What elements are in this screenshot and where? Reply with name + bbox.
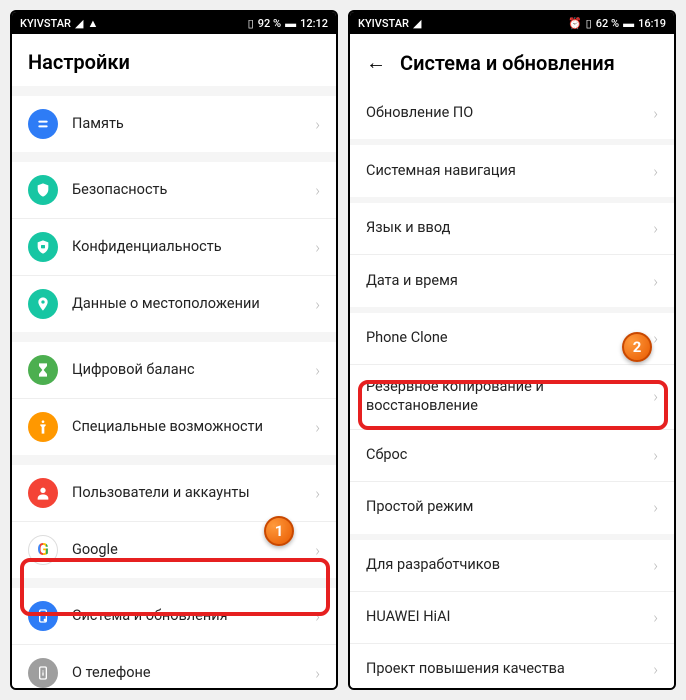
hourglass-icon — [28, 355, 58, 385]
chevron-right-icon: › — [315, 541, 320, 560]
vibrate-icon: ▯ — [586, 17, 592, 30]
shield-icon — [28, 175, 58, 205]
chevron-right-icon: › — [315, 484, 320, 503]
settings-item-accessibility[interactable]: Специальные возможности › — [12, 399, 336, 455]
chevron-right-icon: › — [653, 104, 658, 123]
item-label: Пользователи и аккаунты — [72, 484, 315, 503]
step-badge-1: 1 — [264, 516, 294, 546]
time-label: 16:19 — [638, 17, 666, 30]
chevron-right-icon: › — [315, 361, 320, 380]
chevron-right-icon: › — [653, 556, 658, 575]
location-pin-icon — [28, 289, 58, 319]
signal-icon: ◢ — [75, 17, 83, 30]
item-label: Данные о местоположении — [72, 295, 315, 314]
settings-item-location[interactable]: Данные о местоположении › — [12, 276, 336, 332]
chevron-right-icon: › — [653, 608, 658, 627]
settings-list[interactable]: Память › Безопасность › Конфиденциальнос… — [12, 86, 336, 688]
vibrate-icon: ▯ — [248, 17, 254, 30]
settings-item-about-phone[interactable]: О телефоне › — [12, 645, 336, 688]
phone-info-icon — [28, 658, 58, 688]
header: Настройки — [12, 34, 336, 86]
item-label: Конфиденциальность — [72, 238, 315, 257]
back-button[interactable]: ← — [366, 50, 386, 75]
lock-shield-icon — [28, 232, 58, 262]
page-title: Система и обновления — [400, 51, 615, 75]
chevron-right-icon: › — [315, 418, 320, 437]
phone-gear-icon — [28, 601, 58, 631]
chevron-right-icon: › — [653, 498, 658, 517]
item-label: Безопасность — [72, 181, 315, 200]
memory-icon — [28, 109, 58, 139]
chevron-right-icon: › — [315, 181, 320, 200]
item-label: Память — [72, 115, 315, 134]
google-icon: G — [28, 535, 58, 565]
item-label: Цифровой баланс — [72, 361, 315, 380]
status-bar: KYIVSTAR ◢ ⏰ ▯ 62 % ▬ 16:19 — [350, 12, 674, 34]
status-bar: KYIVSTAR ◢ ▲ ▯ 92 % ▬ 12:12 — [12, 12, 336, 34]
chevron-right-icon: › — [653, 660, 658, 679]
settings-item-system-updates[interactable]: Система и обновления › — [12, 588, 336, 645]
item-date-time[interactable]: Дата и время› — [350, 255, 674, 307]
battery-icon: ▬ — [285, 17, 296, 30]
wifi-icon: ▲ — [87, 17, 98, 30]
person-icon — [28, 478, 58, 508]
item-huawei-hiai[interactable]: HUAWEI HiAI› — [350, 592, 674, 644]
chevron-right-icon: › — [653, 329, 658, 348]
chevron-right-icon: › — [315, 664, 320, 683]
chevron-right-icon: › — [653, 446, 658, 465]
item-backup-restore[interactable]: Резервное копирование и восстановление› — [350, 365, 674, 430]
time-label: 12:12 — [300, 17, 328, 30]
settings-item-users[interactable]: Пользователи и аккаунты › — [12, 465, 336, 522]
item-label: Специальные возможности — [72, 418, 315, 437]
item-language-input[interactable]: Язык и ввод› — [350, 203, 674, 255]
item-label: О телефоне — [72, 664, 315, 683]
battery-label: 62 % — [596, 17, 619, 30]
item-label: Система и обновления — [72, 607, 315, 626]
item-developer-options[interactable]: Для разработчиков› — [350, 540, 674, 592]
settings-item-digital-balance[interactable]: Цифровой баланс › — [12, 342, 336, 399]
page-title: Настройки — [28, 50, 130, 74]
chevron-right-icon: › — [315, 607, 320, 626]
battery-icon: ▬ — [623, 17, 634, 30]
carrier-label: KYIVSTAR — [358, 17, 409, 30]
chevron-right-icon: › — [315, 238, 320, 257]
item-reset[interactable]: Сброс› — [350, 430, 674, 482]
alarm-icon: ⏰ — [568, 17, 582, 30]
step-badge-2: 2 — [622, 332, 652, 362]
phone-left: KYIVSTAR ◢ ▲ ▯ 92 % ▬ 12:12 Настройки Па… — [10, 10, 338, 690]
signal-icon: ◢ — [413, 17, 421, 30]
header: ← Система и обновления — [350, 34, 674, 87]
item-simple-mode[interactable]: Простой режим› — [350, 482, 674, 534]
chevron-right-icon: › — [653, 387, 658, 406]
item-software-update[interactable]: Обновление ПО› — [350, 87, 674, 139]
item-system-navigation[interactable]: Системная навигация› — [350, 145, 674, 197]
hand-icon — [28, 412, 58, 442]
system-list[interactable]: Обновление ПО› Системная навигация› Язык… — [350, 87, 674, 688]
item-quality-project[interactable]: Проект повышения качества› — [350, 644, 674, 688]
chevron-right-icon: › — [653, 272, 658, 291]
battery-label: 92 % — [258, 17, 281, 30]
settings-item-security[interactable]: Безопасность › — [12, 162, 336, 219]
chevron-right-icon: › — [653, 219, 658, 238]
chevron-right-icon: › — [315, 295, 320, 314]
settings-item-memory[interactable]: Память › — [12, 96, 336, 152]
chevron-right-icon: › — [653, 162, 658, 181]
settings-item-privacy[interactable]: Конфиденциальность › — [12, 219, 336, 276]
carrier-label: KYIVSTAR — [20, 17, 71, 30]
chevron-right-icon: › — [315, 115, 320, 134]
